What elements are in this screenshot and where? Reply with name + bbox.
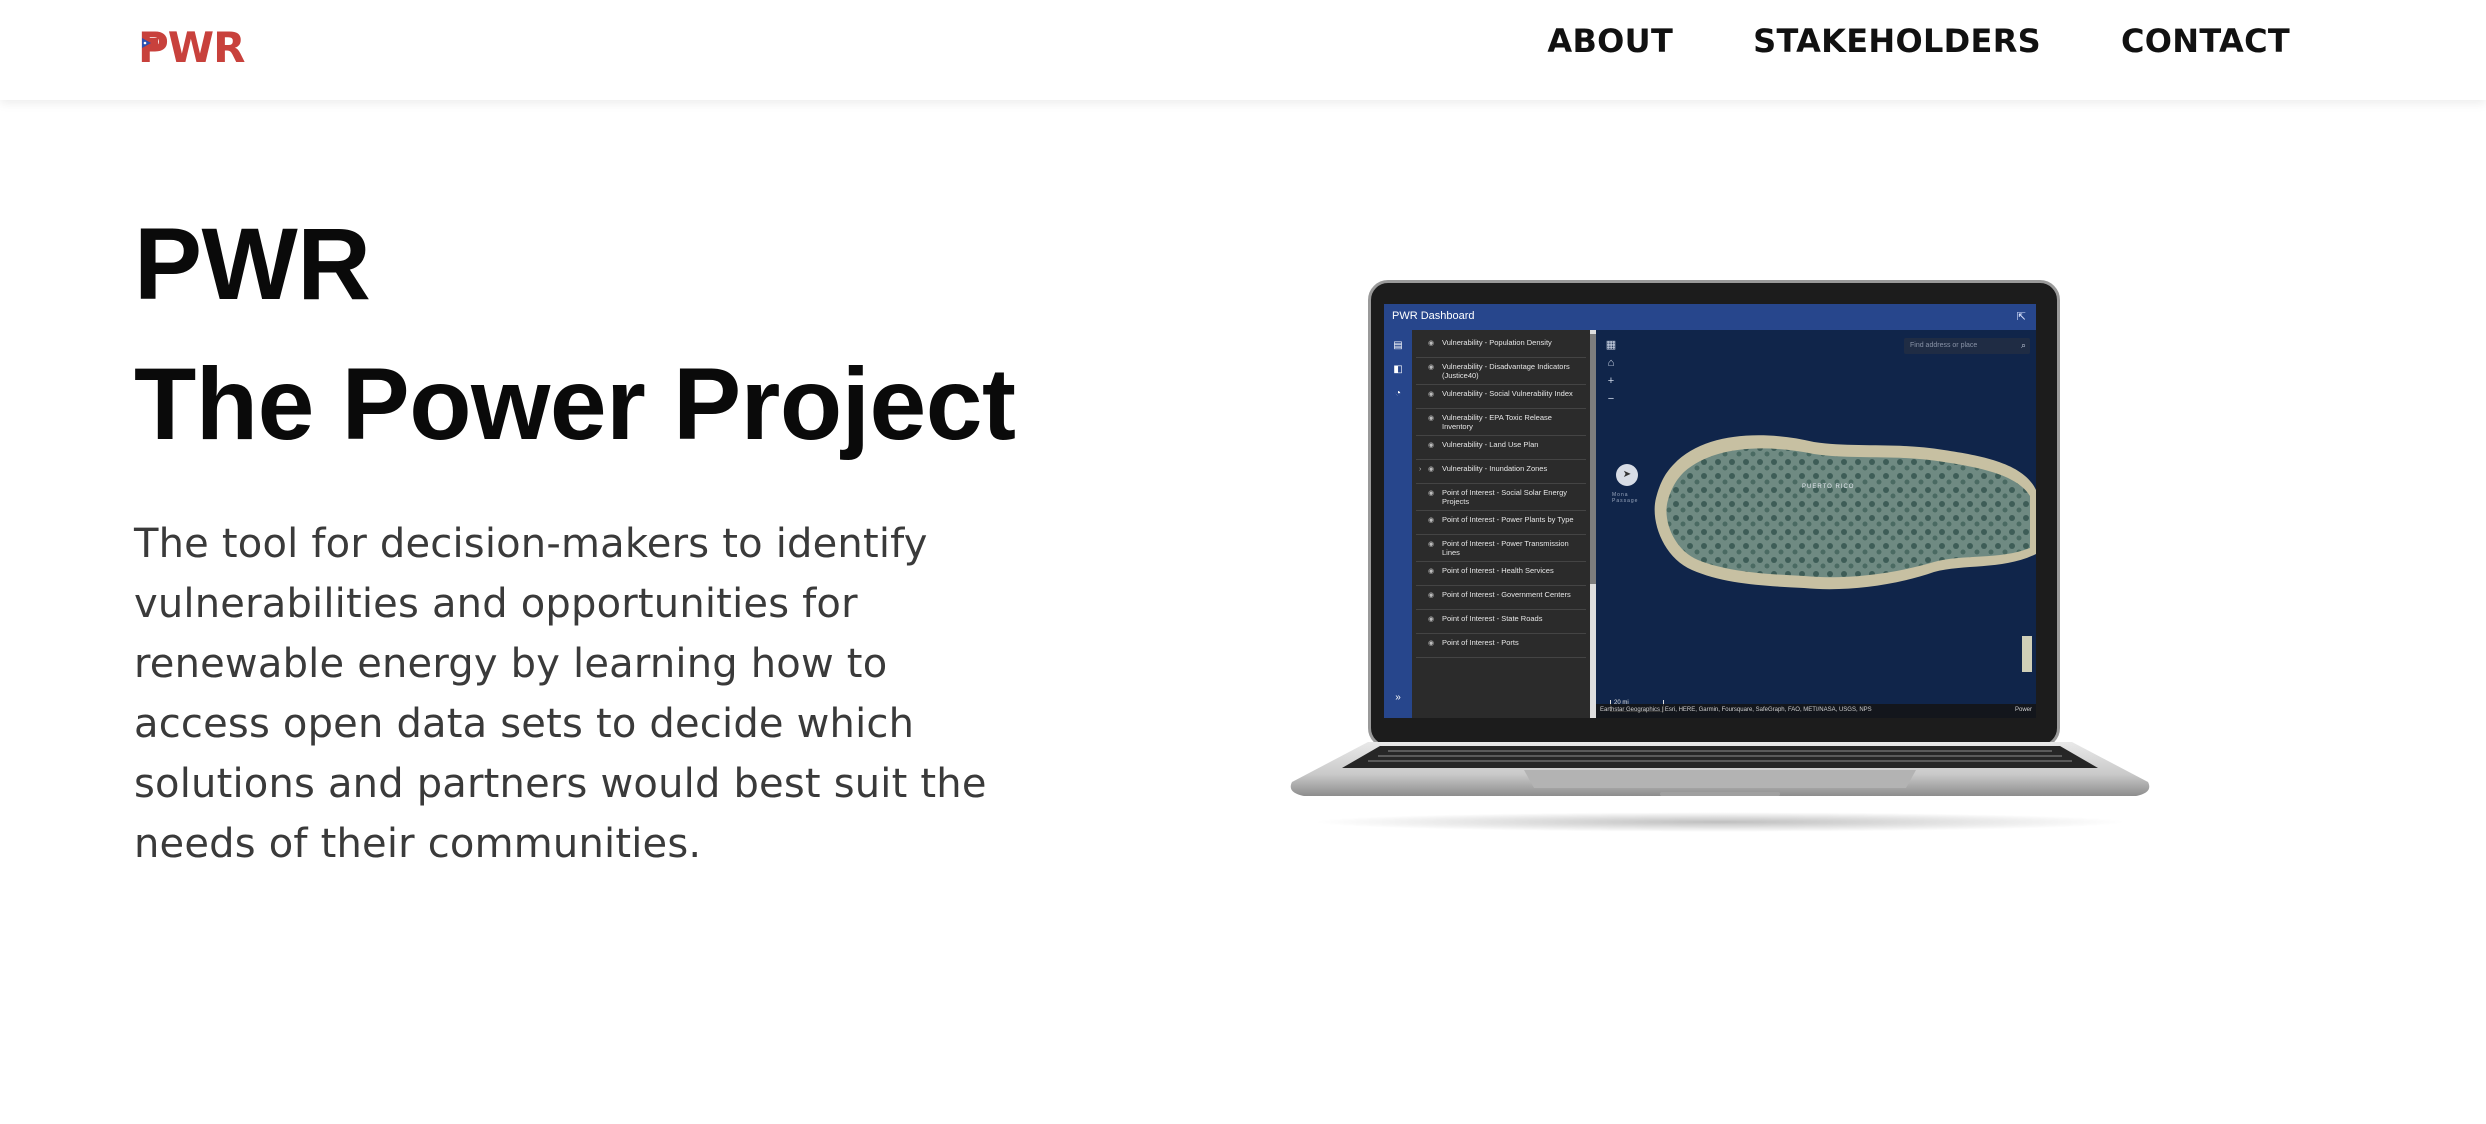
eye-icon: ◉ (1428, 568, 1435, 575)
layer-label: Point of Interest - Power Transmission L… (1442, 539, 1569, 557)
layer-label: Vulnerability - Population Density (1442, 338, 1552, 347)
dashboard-header: PWR Dashboard ⇱ (1384, 304, 2036, 330)
eye-icon: ◉ (1428, 490, 1435, 497)
bookmark-icon: ◔ (1394, 388, 1402, 399)
layer-label: Point of Interest - Government Centers (1442, 590, 1571, 599)
share-icon: ⇱ (2016, 311, 2026, 323)
compass-icon: ➤ (1616, 464, 1638, 486)
layer-list-item: ◉ Vulnerability - Land Use Plan (1416, 436, 1586, 460)
basemap-icon: ▦ (1605, 339, 1617, 351)
layer-list-item: ◉ Vulnerability - Disadvantage Indicators… (1416, 358, 1586, 385)
layer-label: Vulnerability - Disadvantage Indicators … (1442, 362, 1570, 380)
eye-icon: ◉ (1428, 466, 1435, 473)
eye-icon: ◉ (1428, 364, 1435, 371)
flag-icon (142, 38, 158, 48)
layer-list-item: ◉ Point of Interest - Power Plants by Typ… (1416, 511, 1586, 535)
logo-text: PWR (138, 23, 245, 72)
eye-icon: ◉ (1428, 640, 1435, 647)
dashboard-title: PWR Dashboard (1392, 310, 1475, 322)
layer-label: Point of Interest - State Roads (1442, 614, 1543, 623)
map-label-puerto-rico: PUERTO RICO (1802, 484, 1855, 490)
layer-label: Point of Interest - Social Solar Energy … (1442, 488, 1568, 506)
map-label-sea: Mona Passage (1612, 492, 1639, 504)
layer-label: Vulnerability - EPA Toxic Release Invent… (1442, 413, 1552, 431)
layer-list-item: ◉ Vulnerability - EPA Toxic Release Inven… (1416, 409, 1586, 436)
layer-list-item: ◉ Point of Interest - Ports (1416, 634, 1586, 658)
zoom-in-icon: + (1607, 375, 1615, 387)
layer-list-item: ◉ Point of Interest - Social Solar Energy… (1416, 484, 1586, 511)
laptop-shadow (1310, 812, 2130, 832)
layer-list-item: ◉ Point of Interest - Government Centers (1416, 586, 1586, 610)
hero-title: PWR The Power Project (134, 194, 1016, 474)
layer-list-item: ◉ Vulnerability - Social Vulnerability In… (1416, 385, 1586, 409)
layer-label: Vulnerability - Inundation Zones (1442, 464, 1548, 473)
layer-label: Point of Interest - Ports (1442, 638, 1519, 647)
nav-link-about[interactable]: ABOUT (1547, 22, 1673, 60)
layer-list-item: ◉ Point of Interest - Power Transmission … (1416, 535, 1586, 562)
laptop-screen: PWR Dashboard ⇱ ▤ ◧ ◔ » ◉ Vulnerability -… (1384, 304, 2036, 718)
collapse-icon: » (1395, 692, 1401, 703)
nav-link-contact[interactable]: CONTACT (2121, 22, 2290, 60)
top-navbar: PWR ABOUT STAKEHOLDERS CONTACT (0, 0, 2486, 100)
map-toolbar: ▦ ⌂ + − (1602, 336, 1620, 408)
eye-icon: ◉ (1428, 391, 1435, 398)
eye-icon: ◉ (1428, 442, 1435, 449)
eye-icon: ◉ (1428, 517, 1435, 524)
legend-icon: ◧ (1393, 364, 1403, 375)
eye-icon: ◉ (1428, 616, 1435, 623)
layer-label: Vulnerability - Social Vulnerability Ind… (1442, 389, 1573, 398)
layer-label: Point of Interest - Power Plants by Type (1442, 515, 1574, 524)
map-attribution-text: Earthstar Geographics | Esri, HERE, Garm… (1600, 707, 1872, 713)
layer-label: Vulnerability - Land Use Plan (1442, 440, 1539, 449)
zoom-out-icon: − (1607, 393, 1615, 405)
layer-list-item: ◉ Vulnerability - Population Density (1416, 334, 1586, 358)
hero-description: The tool for decision-makers to identify… (134, 521, 987, 867)
laptop-base (1290, 742, 2150, 796)
map-search-placeholder: Find address or place (1910, 342, 1978, 349)
chevron-right-icon: › (1419, 466, 1422, 473)
nav-link-stakeholders[interactable]: STAKEHOLDERS (1753, 22, 2041, 60)
map-search-input: Find address or place ⌕ (1904, 338, 2030, 354)
map-zoom-slider (2022, 636, 2032, 672)
pwr-logo[interactable]: PWR (138, 26, 262, 70)
layer-list-item: › ◉ Vulnerability - Inundation Zones (1416, 460, 1586, 484)
layer-list-item: ◉ Point of Interest - Health Services (1416, 562, 1586, 586)
hero-title-line1: PWR (134, 207, 371, 321)
map-attribution-right: Power (2014, 707, 2032, 713)
search-icon: ⌕ (2020, 340, 2026, 350)
laptop-mockup-image: PWR Dashboard ⇱ ▤ ◧ ◔ » ◉ Vulnerability -… (1280, 276, 2160, 846)
layer-list-item: ◉ Point of Interest - State Roads (1416, 610, 1586, 634)
layer-label: Point of Interest - Health Services (1442, 566, 1554, 575)
map-attribution: Earthstar Geographics | Esri, HERE, Garm… (1596, 704, 2036, 718)
home-icon: ⌂ (1607, 357, 1615, 369)
layer-list: ◉ Vulnerability - Population Density ◉ Vuln… (1412, 330, 1590, 718)
eye-icon: ◉ (1428, 415, 1435, 422)
puerto-rico-island-shape (1654, 435, 2036, 590)
hero-title-line2: The Power Project (134, 347, 1016, 461)
nav-links: ABOUT STAKEHOLDERS CONTACT (1547, 22, 2290, 60)
eye-icon: ◉ (1428, 541, 1435, 548)
layers-icon: ▤ (1393, 340, 1403, 351)
map-view: PUERTO RICO Mona Passage ▦ ⌂ + − Find ad… (1596, 330, 2036, 718)
eye-icon: ◉ (1428, 340, 1435, 347)
eye-icon: ◉ (1428, 592, 1435, 599)
dashboard-side-rail: ▤ ◧ ◔ » (1384, 330, 1412, 718)
